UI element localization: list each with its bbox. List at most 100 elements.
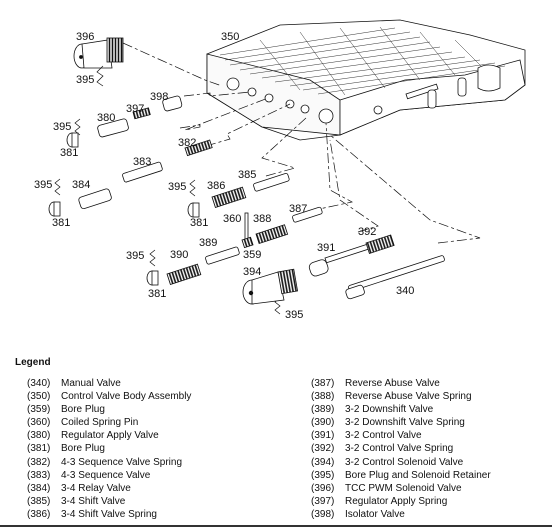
legend-label: 3-2 Control Solenoid Valve: [345, 456, 464, 468]
legend-number: (350): [27, 391, 51, 403]
legend-item: (359) Bore Plug: [27, 403, 191, 416]
legend-label: Manual Valve: [61, 378, 121, 389]
legend-number: (398): [311, 508, 335, 520]
legend-number: (384): [27, 482, 51, 494]
legend-item: (398) Isolator Valve: [311, 508, 491, 521]
sequence-relay-parts: [78, 139, 213, 210]
legend-label: 3-4 Relay Valve: [61, 482, 131, 494]
legend-number: (389): [311, 404, 335, 416]
callout-388: 388: [253, 213, 271, 225]
legend-label: 3-4 Shift Valve: [61, 495, 126, 507]
legend-label: 3-2 Control Valve Spring: [345, 443, 454, 455]
legend-item: (384) 3-4 Relay Valve: [27, 482, 191, 495]
callout-380: 380: [97, 112, 115, 124]
legend-item: (386) 3-4 Shift Valve Spring: [27, 508, 191, 521]
callout-396: 396: [76, 31, 94, 43]
legend-number: (383): [27, 469, 51, 481]
legend-number: (387): [311, 378, 335, 389]
legend-item: (385) 3-4 Shift Valve: [27, 495, 191, 508]
legend-label: 3-4 Shift Valve Spring: [61, 508, 157, 520]
callout-387: 387: [289, 203, 307, 215]
legend-item: (387) Reverse Abuse Valve: [311, 377, 491, 390]
callout-360: 360: [223, 213, 241, 225]
callout-394: 394: [243, 266, 261, 278]
legend-item: (391) 3-2 Control Valve: [311, 429, 491, 442]
legend-number: (392): [311, 443, 335, 455]
callout-385: 385: [238, 169, 256, 181]
callout-382: 382: [178, 137, 196, 149]
legend-number: (390): [311, 417, 335, 429]
bottom-divider: [0, 525, 552, 527]
legend-number: (380): [27, 430, 51, 442]
exploded-view-diagram: 396 350 395 398 397 380 395 381 382 383 395 384 385 3…: [34, 19, 526, 321]
legend-title: Legend: [15, 357, 51, 368]
callout-350: 350: [221, 31, 239, 43]
legend-item: (396) TCC PWM Solenoid Valve: [311, 482, 491, 495]
legend-item: (388) Reverse Abuse Valve Spring: [311, 390, 491, 403]
legend-label: 4-3 Sequence Valve Spring: [61, 456, 183, 468]
legend-right-column: (387) Reverse Abuse Valve (388) Reverse Ab…: [311, 377, 491, 521]
legend-item: (360) Coiled Spring Pin: [27, 416, 191, 429]
legend-label: TCC PWM Solenoid Valve: [345, 482, 462, 494]
callout-392: 392: [358, 226, 376, 238]
legend-label: 3-2 Downshift Valve Spring: [345, 417, 465, 429]
legend-label: Bore Plug and Solenoid Retainer: [345, 469, 491, 481]
legend-number: (359): [27, 404, 51, 416]
legend-number: (396): [311, 482, 335, 494]
legend-number: (340): [27, 378, 51, 389]
callout-391: 391: [317, 242, 335, 254]
legend-item: (382) 4-3 Sequence Valve Spring: [27, 456, 191, 469]
callout-384: 384: [72, 179, 90, 191]
legend-item: (380) Regulator Apply Valve: [27, 429, 191, 442]
legend-number: (386): [27, 508, 51, 520]
callout-359: 359: [243, 249, 261, 261]
callout-389: 389: [199, 237, 217, 249]
callout-395: 395: [53, 121, 71, 133]
legend-number: (397): [311, 495, 335, 507]
legend-item: (340) Manual Valve: [27, 377, 191, 390]
legend-label: 3-2 Downshift Valve: [345, 404, 434, 416]
legend-number: (394): [311, 456, 335, 468]
legend-item: (394) 3-2 Control Solenoid Valve: [311, 456, 491, 469]
legend-item: (383) 4-3 Sequence Valve: [27, 469, 191, 482]
legend-number: (382): [27, 456, 51, 468]
legend-label: Regulator Apply Spring: [345, 495, 448, 507]
legend-item: (389) 3-2 Downshift Valve: [311, 403, 491, 416]
valve-body-assembly: [206, 19, 526, 141]
callout-390: 390: [170, 249, 188, 261]
legend-number: (388): [311, 391, 335, 403]
legend-label: Control Valve Body Assembly: [61, 391, 192, 403]
legend-left-column: (340) Manual Valve (350) Control Valve Bod…: [27, 377, 191, 521]
legend-label: Regulator Apply Valve: [61, 430, 159, 442]
legend-label: Isolator Valve: [345, 508, 405, 520]
callout-381: 381: [52, 217, 70, 229]
callout-395: 395: [34, 179, 52, 191]
callout-395: 395: [76, 74, 94, 86]
callout-340: 340: [396, 285, 414, 297]
callout-395: 395: [126, 250, 144, 262]
legend-number: (381): [27, 443, 51, 455]
legend-number: (391): [311, 430, 335, 442]
legend-number: (360): [27, 417, 51, 429]
legend-label: 3-2 Control Valve: [345, 430, 422, 442]
callout-386: 386: [207, 180, 225, 192]
callout-383: 383: [133, 156, 151, 168]
callout-381: 381: [60, 147, 78, 159]
legend-label: Reverse Abuse Valve Spring: [345, 391, 472, 403]
legend-item: (395) Bore Plug and Solenoid Retainer: [311, 469, 491, 482]
legend-item: (392) 3-2 Control Valve Spring: [311, 442, 491, 455]
legend-item: (397) Regulator Apply Spring: [311, 495, 491, 508]
legend-label: Reverse Abuse Valve: [345, 378, 440, 389]
callout-395: 395: [168, 181, 186, 193]
legend-label: Coiled Spring Pin: [61, 417, 139, 429]
legend-label: Bore Plug: [61, 404, 105, 416]
callout-395: 395: [285, 309, 303, 321]
legend-item: (381) Bore Plug: [27, 442, 191, 455]
control-manual-parts: [242, 234, 445, 305]
legend-label: Bore Plug: [61, 443, 105, 455]
legend-label: 4-3 Sequence Valve: [61, 469, 151, 481]
callout-381: 381: [190, 217, 208, 229]
callout-381: 381: [148, 288, 166, 300]
legend-item: (390) 3-2 Downshift Valve Spring: [311, 416, 491, 429]
legend-number: (385): [27, 495, 51, 507]
